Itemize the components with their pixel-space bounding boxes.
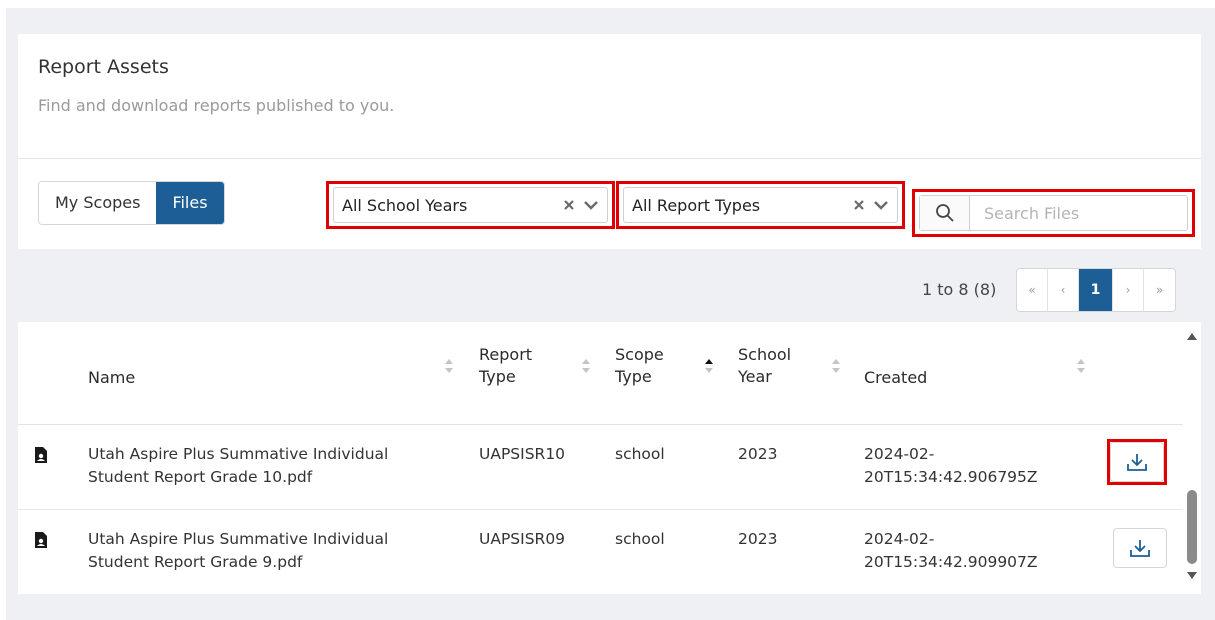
file-name-line2: Student Report Grade 9.pdf <box>88 553 303 571</box>
page-title: Report Assets <box>38 56 169 78</box>
files-button[interactable]: Files <box>156 182 224 224</box>
pagination: « ‹ 1 › » <box>1016 268 1176 312</box>
report-type-cell: UAPSISR10 <box>479 445 566 463</box>
table-scrollbar[interactable] <box>1183 322 1201 594</box>
school-year-filter-highlight: All School Years <box>326 181 615 229</box>
pagination-info: 1 to 8 (8) <box>922 280 997 299</box>
scroll-down-icon[interactable] <box>1187 572 1197 580</box>
column-header-scope-type[interactable]: Scope Type <box>615 344 664 388</box>
search-highlight <box>912 189 1195 237</box>
next-page-button[interactable]: › <box>1113 269 1144 311</box>
file-name[interactable]: Utah Aspire Plus Summative Individual St… <box>88 528 388 574</box>
school-year-cell: 2023 <box>738 445 778 463</box>
last-page-button[interactable]: » <box>1144 269 1175 311</box>
scope-type-cell: school <box>615 530 665 548</box>
chevron-down-icon[interactable] <box>583 199 599 211</box>
school-year-header-line1: School <box>738 345 792 364</box>
page-subtitle: Find and download reports published to y… <box>38 96 395 115</box>
report-type-select[interactable]: All Report Types <box>623 187 898 223</box>
download-button[interactable] <box>1110 442 1164 482</box>
table-row: Utah Aspire Plus Summative Individual St… <box>18 511 1183 594</box>
divider <box>18 158 1201 159</box>
school-year-select-value: All School Years <box>342 195 468 215</box>
view-toggle: My Scopes Files <box>38 181 225 225</box>
scope-type-cell: school <box>615 445 665 463</box>
file-name-line2: Student Report Grade 10.pdf <box>88 468 313 486</box>
school-year-cell: 2023 <box>738 530 778 548</box>
created-line2: 20T15:34:42.906795Z <box>864 468 1038 486</box>
report-type-cell: UAPSISR09 <box>479 530 566 548</box>
scope-type-header-line1: Scope <box>615 345 664 364</box>
scrollbar-thumb[interactable] <box>1187 490 1197 564</box>
search-icon[interactable] <box>920 196 970 230</box>
download-highlight <box>1107 439 1167 485</box>
sort-icon[interactable] <box>831 358 841 374</box>
search-input[interactable] <box>970 196 1187 230</box>
download-icon <box>1127 454 1147 471</box>
page-1-button[interactable]: 1 <box>1079 269 1113 311</box>
search-group <box>919 195 1188 231</box>
sort-icon[interactable] <box>581 358 591 374</box>
file-name[interactable]: Utah Aspire Plus Summative Individual St… <box>88 443 388 489</box>
report-type-header-line2: Type <box>479 367 516 386</box>
scope-type-header-line2: Type <box>615 367 652 386</box>
report-type-header-line1: Report <box>479 345 533 364</box>
clear-icon[interactable] <box>853 199 865 211</box>
sort-icon[interactable] <box>1076 358 1086 374</box>
file-icon <box>35 532 47 548</box>
school-year-select[interactable]: All School Years <box>333 187 608 223</box>
download-icon <box>1130 540 1150 557</box>
scroll-up-icon[interactable] <box>1187 332 1197 340</box>
report-type-select-value: All Report Types <box>632 195 761 215</box>
sort-ascending-icon[interactable] <box>704 358 714 374</box>
file-name-line1: Utah Aspire Plus Summative Individual <box>88 445 389 463</box>
my-scopes-button[interactable]: My Scopes <box>39 182 157 224</box>
sort-icon[interactable] <box>444 358 454 374</box>
file-name-line1: Utah Aspire Plus Summative Individual <box>88 530 389 548</box>
file-icon <box>35 447 47 463</box>
created-line2: 20T15:34:42.909907Z <box>864 553 1038 571</box>
download-button[interactable] <box>1113 528 1167 568</box>
files-table: Name Report Type Scope Type School Year … <box>18 322 1201 594</box>
column-header-school-year[interactable]: School Year <box>738 344 791 388</box>
created-cell: 2024-02- 20T15:34:42.909907Z <box>864 528 1038 574</box>
school-year-header-line2: Year <box>738 367 772 386</box>
previous-page-button[interactable]: ‹ <box>1048 269 1079 311</box>
column-header-name[interactable]: Name <box>88 367 135 389</box>
column-header-created[interactable]: Created <box>864 367 927 389</box>
first-page-button[interactable]: « <box>1017 269 1048 311</box>
table-row: Utah Aspire Plus Summative Individual St… <box>18 426 1183 510</box>
clear-icon[interactable] <box>563 199 575 211</box>
created-cell: 2024-02- 20T15:34:42.906795Z <box>864 443 1038 489</box>
chevron-down-icon[interactable] <box>873 199 889 211</box>
created-line1: 2024-02- <box>864 445 935 463</box>
created-line1: 2024-02- <box>864 530 935 548</box>
report-type-filter-highlight: All Report Types <box>616 181 905 229</box>
table-header: Name Report Type Scope Type School Year … <box>18 322 1183 425</box>
column-header-report-type[interactable]: Report Type <box>479 344 532 388</box>
